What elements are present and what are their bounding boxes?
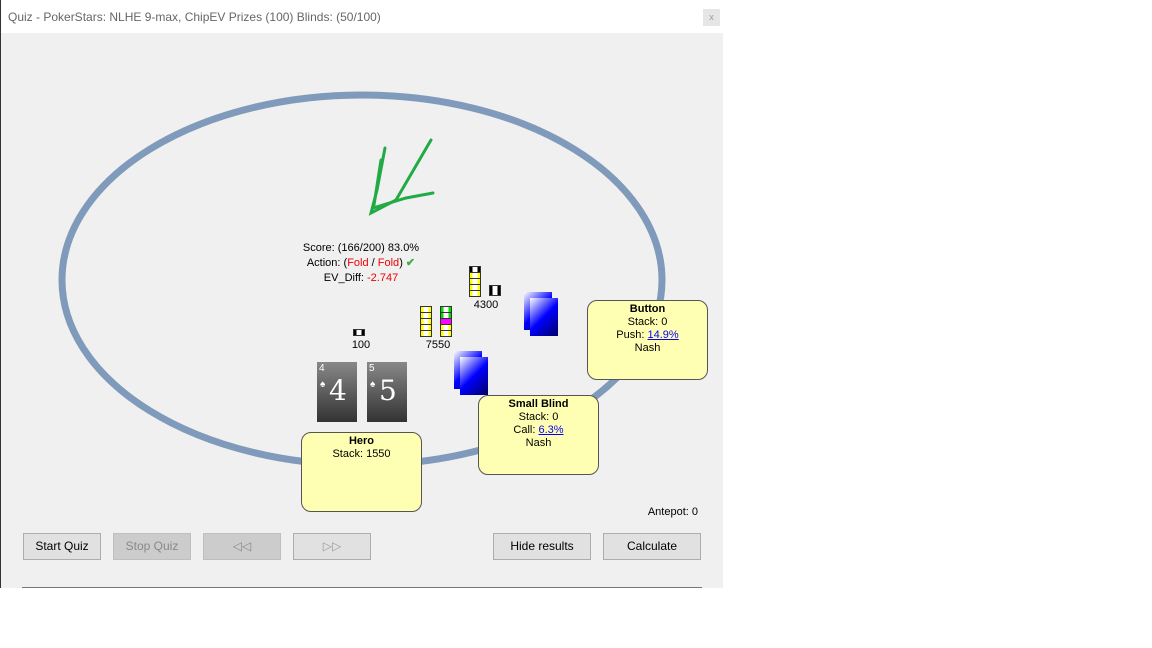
correct-check-scribble-icon <box>368 138 435 216</box>
next-button[interactable]: ▷▷ <box>293 533 371 560</box>
action-text: Action: (Fold / Fold) ✔ <box>306 257 416 269</box>
stop-quiz-button[interactable]: Stop Quiz <box>113 533 191 560</box>
sb-range-link[interactable]: 6.3% <box>538 424 563 436</box>
spade-icon: ♠ <box>370 379 376 390</box>
quiz-window: Quiz - PokerStars: NLHE 9-max, ChipEV Pr… <box>0 0 723 588</box>
hero-bet-chip <box>353 329 365 336</box>
start-quiz-button[interactable]: Start Quiz <box>23 533 101 560</box>
divider <box>22 587 702 588</box>
hero-card: 4 ♠ 4 <box>317 362 357 422</box>
calculate-button[interactable]: Calculate <box>603 533 701 560</box>
ev-diff-text: EV_Diff: -2.747 <box>323 272 399 284</box>
checkmark-icon: ✔ <box>405 257 416 269</box>
seat-hero: Hero Stack: 1550 <box>301 432 422 512</box>
hero-bet-amount: 100 <box>351 339 371 351</box>
seat-small-blind: Small Blind Stack: 0 Call: 6.3% Nash <box>478 395 599 475</box>
sb-card-back <box>460 357 488 395</box>
hero-card: 5 ♠ 5 <box>367 362 407 422</box>
button-bet-amount: 4300 <box>473 299 499 311</box>
previous-button[interactable]: ◁◁ <box>203 533 281 560</box>
score-text: Score: (166/200) 83.0% <box>302 242 420 254</box>
antepot-label: Antepot: 0 <box>647 506 698 518</box>
seat-button: Button Stack: 0 Push: 14.9% Nash <box>587 300 708 380</box>
spade-icon: ♠ <box>320 379 326 390</box>
button-card-back <box>530 298 558 336</box>
pot-amount: 7550 <box>425 339 451 351</box>
button-range-link[interactable]: 14.9% <box>647 329 678 341</box>
hide-results-button[interactable]: Hide results <box>493 533 591 560</box>
